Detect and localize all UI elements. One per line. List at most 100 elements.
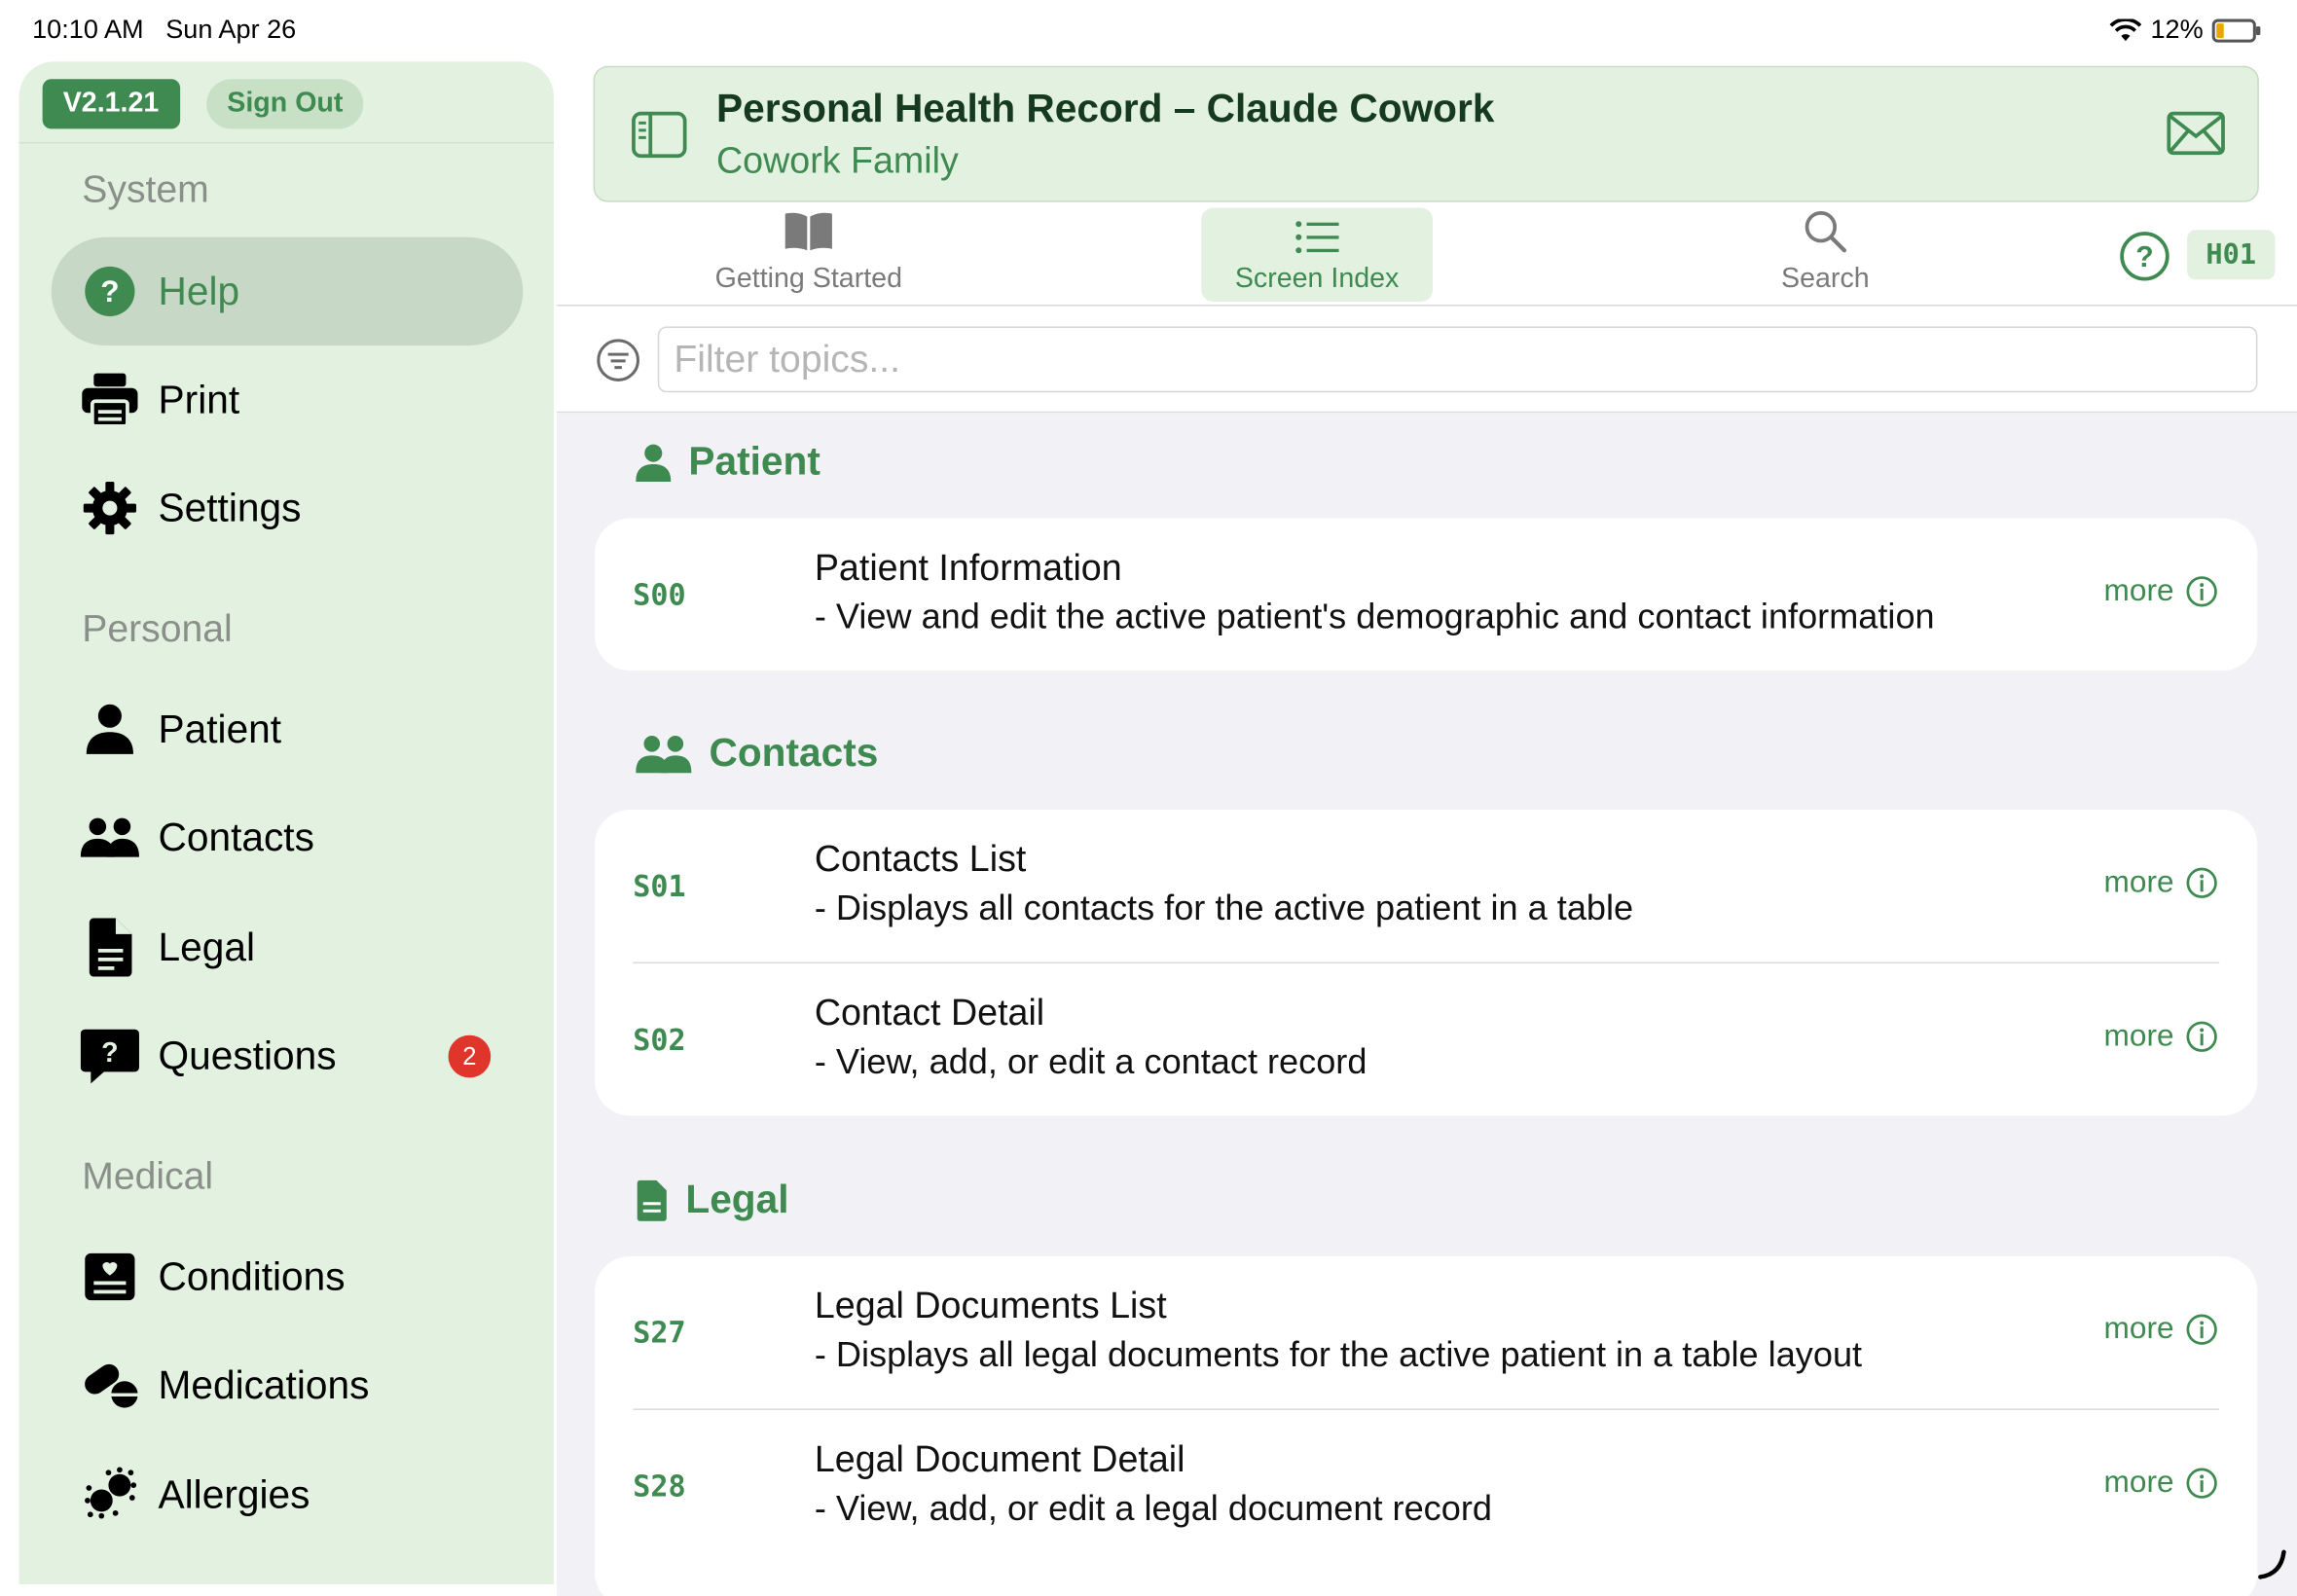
sidebar-item-print[interactable]: Print bbox=[52, 345, 524, 453]
more-button[interactable]: more bbox=[2104, 1019, 2218, 1054]
battery-icon bbox=[2211, 18, 2261, 42]
sidebar-toggle-icon[interactable] bbox=[632, 111, 687, 165]
group-title: Legal bbox=[685, 1177, 789, 1221]
list-item[interactable]: S02 Contact Detail - View, add, or edit … bbox=[595, 963, 2257, 1117]
more-button[interactable]: more bbox=[2104, 1466, 2218, 1501]
info-icon bbox=[2186, 1314, 2217, 1345]
sidebar-item-allergies[interactable]: Allergies bbox=[52, 1441, 524, 1549]
allergen-icon bbox=[81, 1466, 139, 1524]
filter-icon[interactable] bbox=[597, 339, 640, 390]
screen-code: S00 bbox=[633, 576, 686, 612]
section-header-medical: Medical bbox=[82, 1153, 214, 1198]
list-item[interactable]: S01 Contacts List - Displays all contact… bbox=[595, 810, 2257, 964]
list-item[interactable]: S28 Legal Document Detail - View, add, o… bbox=[595, 1410, 2257, 1564]
row-title: Patient Information bbox=[814, 547, 1122, 589]
svg-text:?: ? bbox=[100, 273, 119, 308]
version-badge: V2.1.21 bbox=[42, 79, 180, 129]
sidebar-item-legal[interactable]: Legal bbox=[52, 893, 524, 1001]
book-icon bbox=[676, 208, 940, 255]
row-description: - View, add, or edit a legal document re… bbox=[814, 1489, 1492, 1529]
info-icon bbox=[2186, 576, 2217, 607]
group-title: Patient bbox=[688, 439, 820, 484]
svg-text:?: ? bbox=[2135, 241, 2153, 273]
tab-search[interactable]: Search bbox=[1737, 208, 1914, 302]
sidebar-item-label: Settings bbox=[158, 485, 302, 529]
more-label: more bbox=[2103, 1312, 2174, 1346]
sign-out-button[interactable]: Sign Out bbox=[206, 79, 364, 129]
wifi-icon bbox=[2109, 18, 2142, 41]
mail-icon[interactable] bbox=[2167, 111, 2225, 163]
screen-code-badge: H01 bbox=[2187, 230, 2276, 280]
list-item[interactable]: S00 Patient Information - View and edit … bbox=[595, 519, 2257, 672]
help-icon: ? bbox=[81, 262, 139, 320]
screen-code: S27 bbox=[633, 1315, 686, 1351]
group-card-patient: S00 Patient Information - View and edit … bbox=[595, 518, 2258, 672]
filter-bar bbox=[556, 306, 2297, 414]
person-icon bbox=[636, 443, 672, 482]
tab-screen-index[interactable]: Screen Index bbox=[1201, 207, 1433, 302]
tab-label: Getting Started bbox=[714, 263, 902, 295]
row-title: Contacts List bbox=[814, 839, 1027, 881]
more-button[interactable]: more bbox=[2104, 574, 2218, 609]
sidebar-item-label: Help bbox=[158, 269, 240, 313]
clock-time: 10:10 AM bbox=[32, 15, 144, 45]
printer-icon bbox=[81, 371, 139, 429]
sidebar-item-conditions[interactable]: Conditions bbox=[52, 1222, 524, 1330]
group-header-contacts: Contacts bbox=[636, 731, 878, 777]
sidebar-item-label: Questions bbox=[158, 1033, 337, 1077]
row-title: Contact Detail bbox=[814, 993, 1045, 1034]
question-bubble-icon: ? bbox=[80, 1027, 139, 1085]
svg-text:?: ? bbox=[101, 1037, 118, 1069]
medical-chart-icon bbox=[81, 1248, 139, 1306]
sidebar-item-label: Legal bbox=[158, 925, 256, 969]
screen-code: S02 bbox=[633, 1022, 686, 1058]
people-icon bbox=[80, 809, 139, 867]
group-header-legal: Legal bbox=[636, 1177, 789, 1223]
more-button[interactable]: more bbox=[2104, 865, 2218, 900]
battery-percent: 12% bbox=[2150, 15, 2204, 45]
sidebar-item-help[interactable]: ? Help bbox=[51, 236, 524, 346]
group-title: Contacts bbox=[709, 730, 879, 775]
sidebar-item-label: Patient bbox=[158, 706, 282, 751]
sidebar-item-settings[interactable]: Settings bbox=[52, 453, 524, 562]
sidebar-item-patient[interactable]: Patient bbox=[52, 675, 524, 783]
screen-index-list: Patient S00 Patient Information - View a… bbox=[556, 413, 2297, 1596]
group-card-legal: S27 Legal Documents List - Displays all … bbox=[595, 1255, 2258, 1596]
list-item[interactable]: S27 Legal Documents List - Displays all … bbox=[595, 1256, 2257, 1410]
more-label: more bbox=[2103, 865, 2174, 899]
screen-code: S28 bbox=[633, 1469, 686, 1505]
page-subtitle: Cowork Family bbox=[715, 140, 959, 182]
clock-date: Sun Apr 26 bbox=[165, 15, 297, 45]
row-description: - Displays all legal documents for the a… bbox=[814, 1335, 1863, 1375]
questions-count-badge: 2 bbox=[448, 1034, 492, 1078]
tab-getting-started[interactable]: Getting Started bbox=[676, 208, 940, 302]
sidebar-item-label: Print bbox=[158, 377, 240, 421]
more-label: more bbox=[2103, 1019, 2174, 1053]
resize-handle-icon bbox=[2256, 1547, 2288, 1587]
status-indicators: 12% bbox=[2109, 15, 2261, 46]
filter-input[interactable] bbox=[657, 326, 2258, 393]
tab-label: Screen Index bbox=[1234, 263, 1400, 295]
row-description: - View and edit the active patient's dem… bbox=[814, 597, 1935, 637]
magnifier-icon bbox=[1737, 208, 1914, 255]
sidebar-item-contacts[interactable]: Contacts bbox=[52, 783, 524, 891]
page-title: Personal Health Record – Claude Cowork bbox=[715, 86, 1495, 130]
more-button[interactable]: more bbox=[2104, 1312, 2218, 1347]
sidebar-item-medications[interactable]: Medications bbox=[52, 1331, 524, 1439]
info-icon bbox=[2186, 1021, 2217, 1052]
row-description: - View, add, or edit a contact record bbox=[814, 1042, 1367, 1082]
sidebar: V2.1.21 Sign Out System ? Help Print Set… bbox=[18, 61, 554, 1584]
row-description: - Displays all contacts for the active p… bbox=[814, 889, 1634, 928]
sidebar-item-questions[interactable]: ? Questions 2 bbox=[52, 1001, 524, 1109]
more-label: more bbox=[2103, 1466, 2174, 1500]
section-header-personal: Personal bbox=[82, 605, 233, 651]
info-icon bbox=[2186, 867, 2217, 898]
section-header-system: System bbox=[82, 166, 209, 211]
row-title: Legal Document Detail bbox=[814, 1439, 1185, 1481]
help-circle-icon[interactable]: ? bbox=[2120, 232, 2169, 289]
group-card-contacts: S01 Contacts List - Displays all contact… bbox=[595, 810, 2258, 1117]
info-icon bbox=[2186, 1468, 2217, 1499]
sidebar-item-label: Conditions bbox=[158, 1253, 346, 1298]
status-time: 10:10 AM Sun Apr 26 bbox=[32, 15, 296, 46]
row-title: Legal Documents List bbox=[814, 1286, 1167, 1327]
